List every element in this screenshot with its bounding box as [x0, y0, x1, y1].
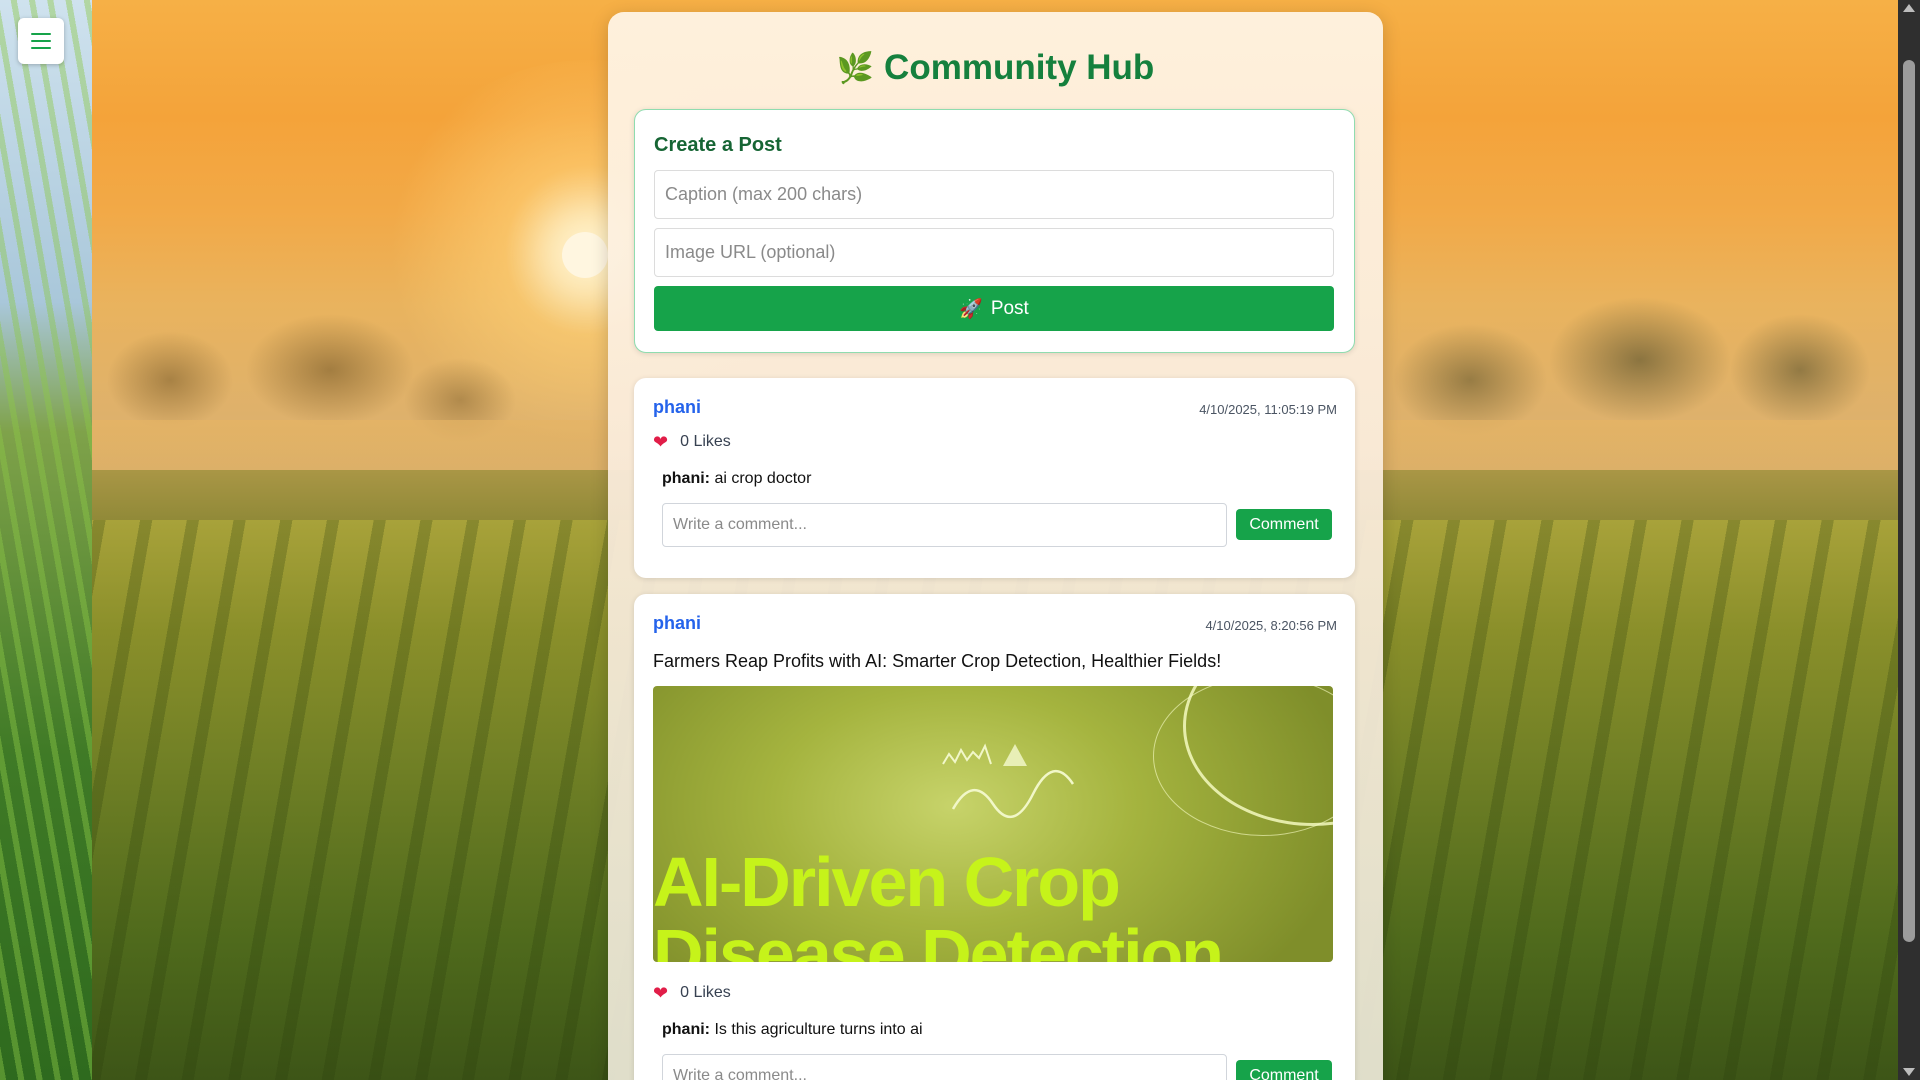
caption-input[interactable] [654, 170, 1334, 219]
leaf-icon: 🌿 [836, 52, 875, 85]
heart-icon[interactable]: ❤ [653, 433, 668, 451]
post-timestamp: 4/10/2025, 11:05:19 PM [1199, 402, 1337, 417]
likes-row: ❤ 0 Likes [653, 433, 731, 451]
scroll-up-icon[interactable] [1903, 4, 1915, 12]
create-post-heading: Create a Post [654, 134, 782, 156]
post-author[interactable]: phani [653, 613, 701, 634]
likes-row: ❤ 0 Likes [653, 984, 731, 1002]
page-title: 🌿 Community Hub [608, 48, 1383, 88]
community-panel: 🌿 Community Hub Create a Post 🚀 Post phan… [608, 12, 1383, 1080]
comment-author: phani: [662, 1021, 710, 1038]
image-chart-graphic [942, 743, 1075, 819]
rocket-icon: 🚀 [959, 298, 983, 320]
comment-button[interactable]: Comment [1236, 1060, 1332, 1080]
image-headline-line-1: AI-Driven Crop [653, 843, 1121, 921]
comment-item: phani: ai crop doctor [662, 470, 811, 488]
menu-icon-bar [31, 47, 51, 49]
scrollbar[interactable] [1898, 0, 1920, 1080]
comment-button[interactable]: Comment [1236, 509, 1332, 540]
comment-author: phani: [662, 470, 710, 487]
menu-icon-bar [31, 33, 51, 35]
image-headline-line-2: Disease Detection [653, 915, 1224, 962]
post-card: phani 4/10/2025, 11:05:19 PM ❤ 0 Likes p… [634, 378, 1355, 578]
comment-item: phani: Is this agriculture turns into ai [662, 1021, 923, 1039]
comment-text: ai crop doctor [714, 470, 812, 487]
image-url-input[interactable] [654, 228, 1334, 277]
post-caption: Farmers Reap Profits with AI: Smarter Cr… [653, 651, 1222, 671]
likes-count: 0 Likes [680, 433, 731, 450]
page-title-text: Community Hub [884, 48, 1155, 87]
hamburger-menu-button[interactable] [18, 18, 64, 64]
post-timestamp: 4/10/2025, 8:20:56 PM [1205, 618, 1337, 633]
post-button[interactable]: 🚀 Post [654, 286, 1334, 331]
scrollbar-thumb[interactable] [1903, 60, 1915, 942]
create-post-card: Create a Post 🚀 Post [634, 109, 1355, 353]
likes-count: 0 Likes [680, 984, 731, 1001]
heart-icon[interactable]: ❤ [653, 984, 668, 1002]
menu-icon-bar [31, 40, 51, 42]
image-ring-decoration [1153, 686, 1333, 836]
corn-stalks [0, 0, 92, 1080]
post-card: phani 4/10/2025, 8:20:56 PM Farmers Reap… [634, 594, 1355, 1080]
comment-input[interactable] [662, 503, 1227, 547]
post-image: AI-Driven Crop Disease Detection [653, 686, 1333, 962]
image-headline: AI-Driven Crop Disease Detection [653, 843, 1224, 962]
post-button-label: Post [990, 297, 1029, 319]
comment-input[interactable] [662, 1054, 1227, 1080]
sun [562, 232, 608, 278]
post-author[interactable]: phani [653, 397, 701, 418]
comment-text: Is this agriculture turns into ai [714, 1021, 923, 1038]
scroll-down-icon[interactable] [1903, 1068, 1915, 1076]
